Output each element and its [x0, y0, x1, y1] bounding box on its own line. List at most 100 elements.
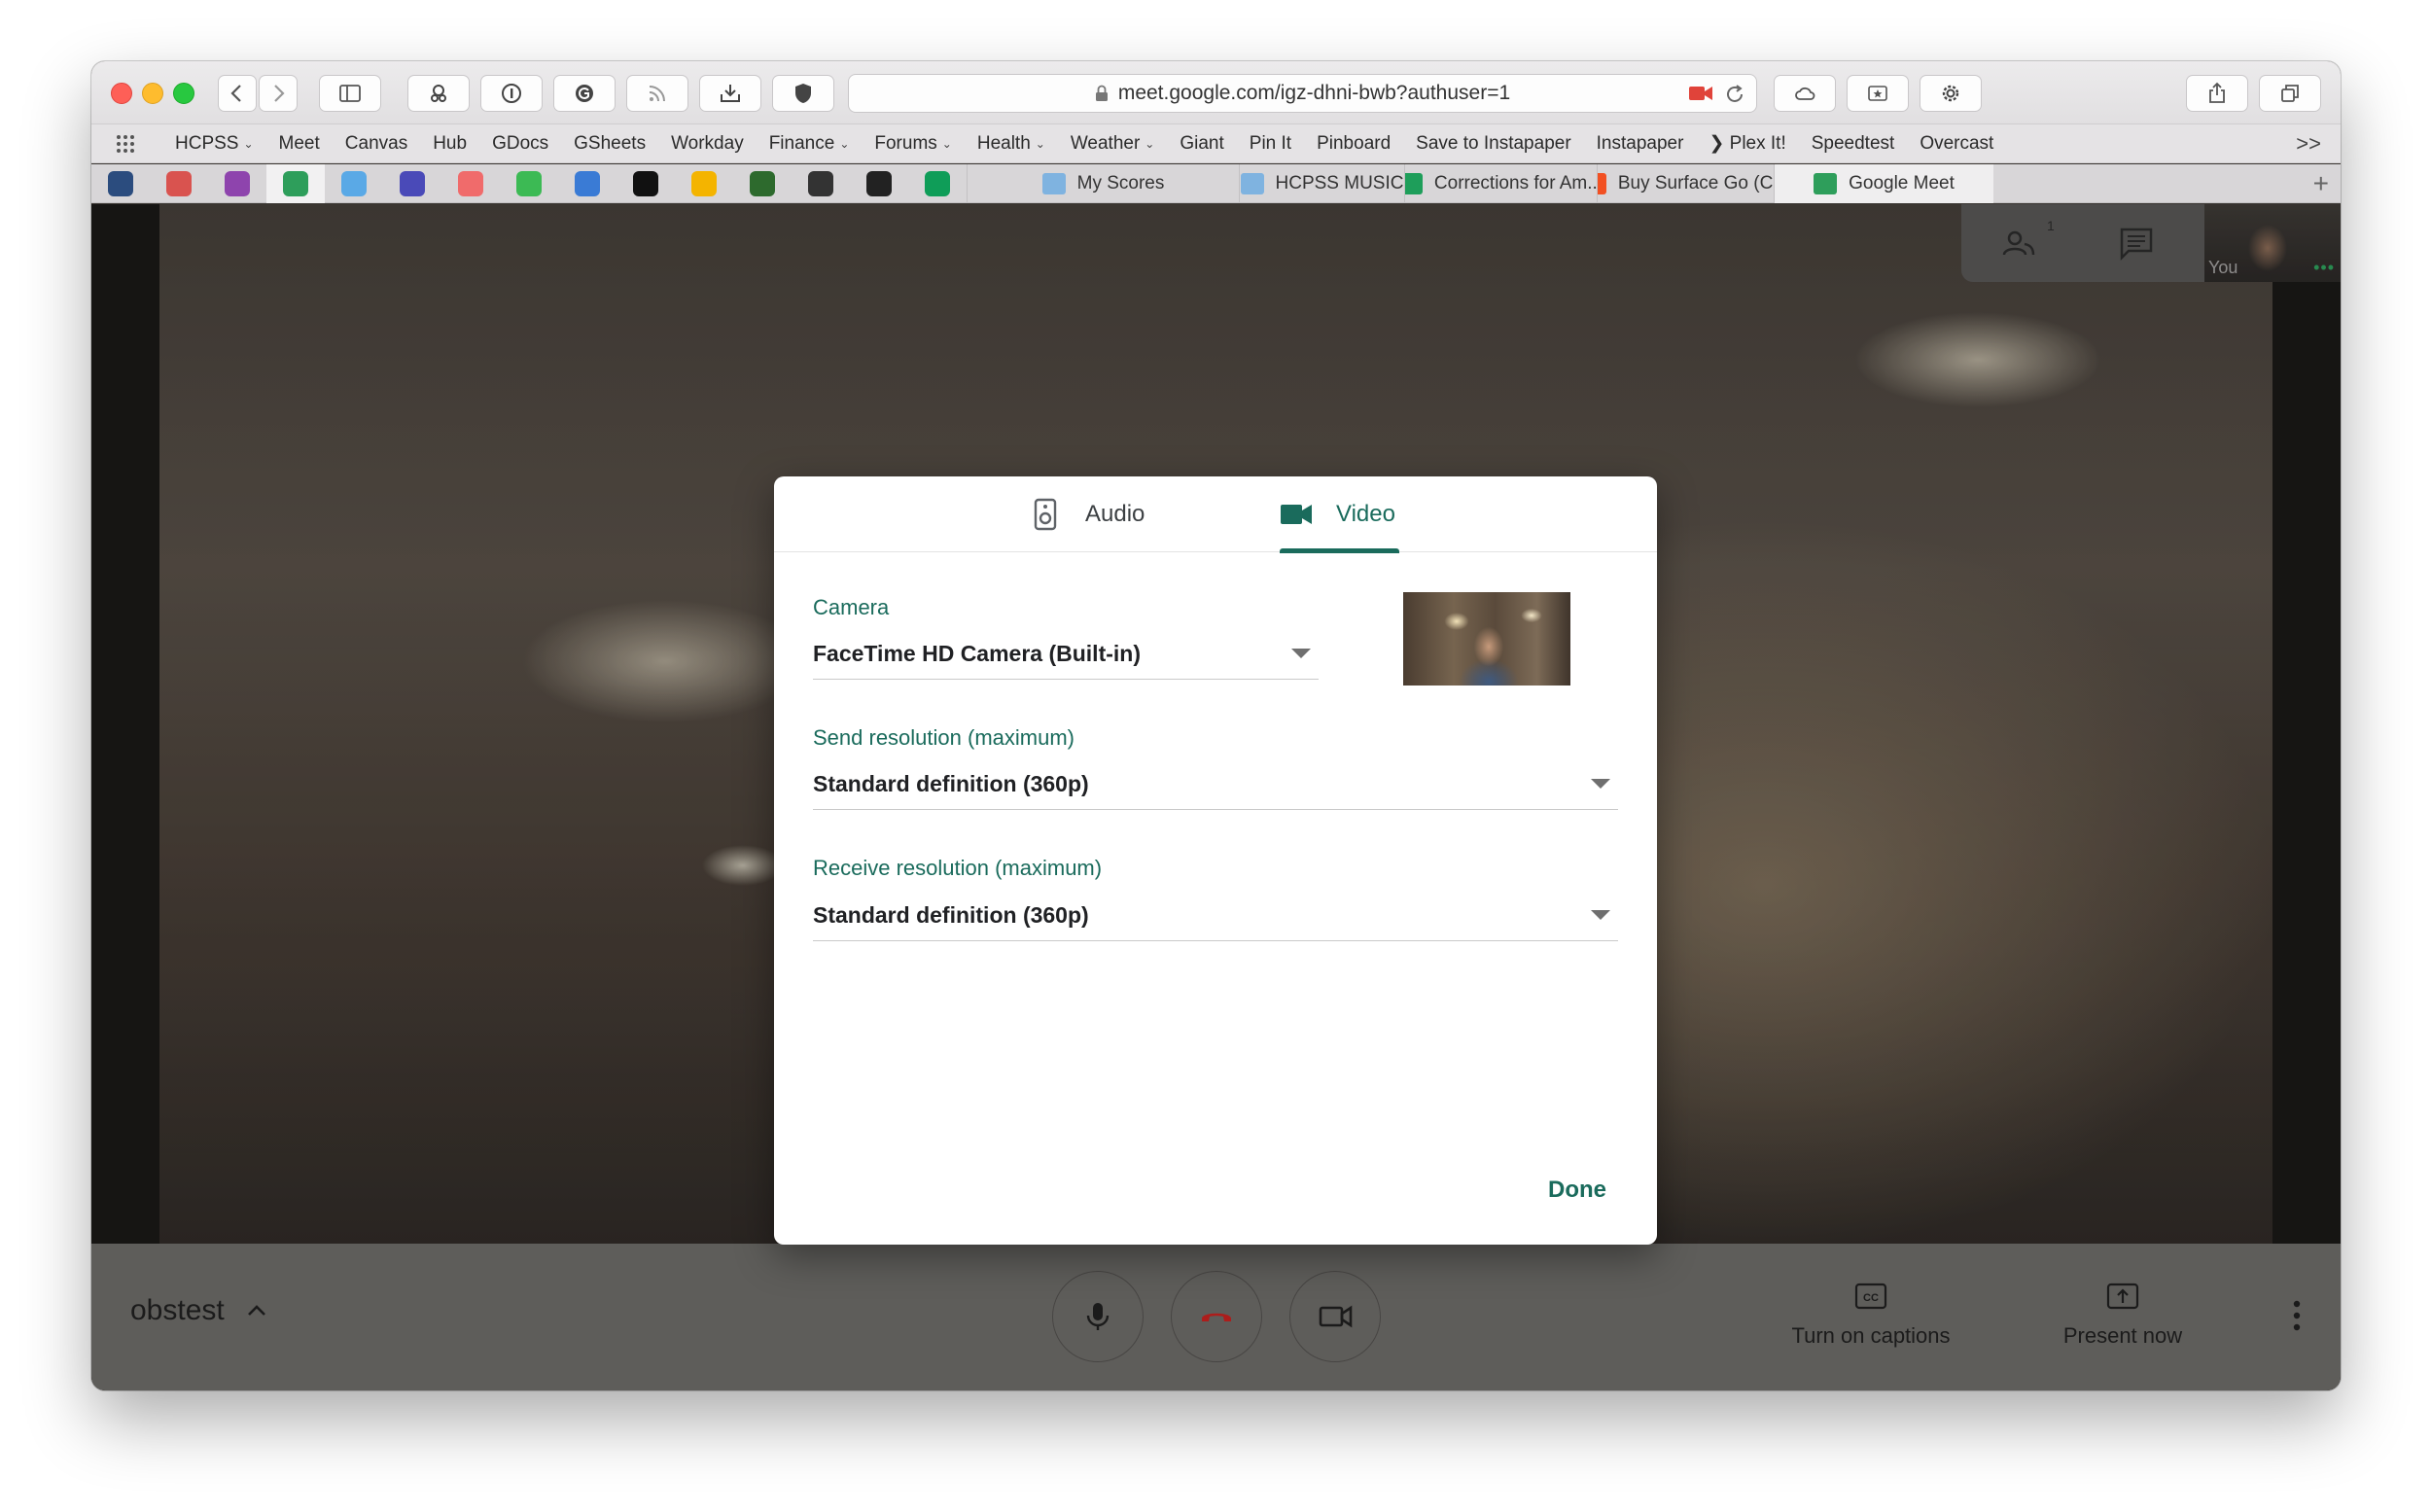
done-button[interactable]: Done	[1548, 1177, 1606, 1204]
bookmark-item[interactable]: Pin It	[1250, 133, 1291, 155]
settings-extension-button[interactable]	[1920, 75, 1982, 112]
browser-tab[interactable]: Buy Surface Go (C...	[1597, 163, 1774, 203]
send-resolution-select[interactable]: Standard definition (360p)	[813, 759, 1618, 810]
tab-overview-button[interactable]	[2259, 75, 2321, 112]
bookmark-label: Forums	[874, 132, 937, 154]
bookmark-item[interactable]: Save to Instapaper	[1416, 133, 1571, 155]
new-tab-button[interactable]: +	[2313, 168, 2329, 199]
camera-in-use-icon[interactable]	[1688, 84, 1713, 103]
pinned-tab[interactable]	[441, 164, 500, 203]
bookmark-item[interactable]: Hub	[433, 133, 467, 155]
bookmark-item[interactable]: HCPSS ⌄	[175, 133, 254, 155]
shield-extension-button[interactable]	[772, 75, 834, 112]
pinned-tab[interactable]	[383, 164, 441, 203]
pinned-tab[interactable]	[675, 164, 733, 203]
browser-tab[interactable]: Google Meet	[1774, 163, 1993, 203]
meet-icon	[1814, 172, 1838, 194]
pinned-tab[interactable]	[908, 164, 967, 203]
tab-title: My Scores	[1076, 172, 1165, 193]
pinned-tab[interactable]	[850, 164, 908, 203]
bookmark-item[interactable]: GDocs	[492, 133, 548, 155]
speaker-icon	[1034, 498, 1057, 531]
settings-tabs: Audio Video	[774, 476, 1657, 553]
forward-button[interactable]	[259, 75, 298, 112]
bookmark-item[interactable]: Canvas	[345, 133, 407, 155]
sidebar-button[interactable]	[319, 75, 381, 112]
sheets-icon	[1405, 172, 1423, 194]
icloud-tabs-button[interactable]	[1774, 75, 1836, 112]
bookmark-item[interactable]: Giant	[1180, 133, 1223, 155]
minimize-window-button[interactable]	[142, 83, 163, 104]
grammarly-button[interactable]	[553, 75, 616, 112]
receive-resolution-select[interactable]: Standard definition (360p)	[813, 891, 1618, 941]
zoom-window-button[interactable]	[173, 83, 194, 104]
pinned-tab[interactable]	[91, 164, 150, 203]
pinned-tab[interactable]	[266, 163, 325, 203]
bookmark-label: Save to Instapaper	[1416, 132, 1571, 154]
share-button[interactable]	[2186, 75, 2248, 112]
apps-grid-icon[interactable]	[115, 133, 136, 155]
send-resolution-label: Send resolution (maximum)	[813, 725, 1075, 750]
camera-select[interactable]: FaceTime HD Camera (Built-in)	[813, 629, 1319, 680]
tab-video[interactable]: Video	[1280, 476, 1395, 552]
bookmark-item[interactable]: Health ⌄	[977, 133, 1045, 155]
rss-button[interactable]	[626, 75, 688, 112]
pinned-tab[interactable]	[500, 164, 558, 203]
meet-content: 1 You ••• obstest CC Turn on captions Pr…	[91, 204, 2341, 1390]
url-text: meet.google.com/igz-dhni-bwb?authuser=1	[1117, 82, 1511, 104]
shield-icon	[795, 84, 811, 103]
pinned-tab[interactable]	[617, 164, 675, 203]
bookmark-label: Finance	[768, 132, 835, 154]
tab-title: Corrections for Am...	[1433, 172, 1597, 193]
1password-button[interactable]	[480, 75, 543, 112]
bookmark-label: ❯ Plex It!	[1709, 133, 1786, 154]
pinned-tab[interactable]	[558, 164, 617, 203]
chevron-left-icon	[230, 85, 241, 102]
bookmark-item[interactable]: GSheets	[574, 133, 646, 155]
tab-audio[interactable]: Audio	[1029, 476, 1145, 552]
tab-title: Buy Surface Go (C...	[1617, 172, 1774, 193]
back-button[interactable]	[218, 75, 257, 112]
browser-tab[interactable]: My Scores	[967, 163, 1239, 203]
site-favicon-icon	[633, 170, 658, 196]
browser-tab[interactable]: HCPSS MUSIC	[1239, 163, 1404, 203]
chevron-down-icon: ⌄	[839, 136, 850, 151]
bookmark-label: Workday	[671, 132, 744, 154]
site-favicon-icon	[400, 170, 425, 196]
privacy-extension-button[interactable]	[407, 75, 470, 112]
bookmark-item[interactable]: Forums ⌄	[874, 133, 951, 155]
reload-icon[interactable]	[1723, 83, 1746, 106]
title-bar: meet.google.com/igz-dhni-bwb?authuser=1	[91, 61, 2341, 124]
address-bar[interactable]: meet.google.com/igz-dhni-bwb?authuser=1	[848, 74, 1757, 113]
send-resolution-value: Standard definition (360p)	[813, 771, 1089, 796]
bookmark-item[interactable]: Overcast	[1920, 133, 1993, 155]
microsoft-icon	[1598, 172, 1606, 194]
tab-title: HCPSS MUSIC	[1275, 172, 1404, 193]
bookmark-item[interactable]: Instapaper	[1597, 133, 1684, 155]
bookmark-item[interactable]: Speedtest	[1812, 133, 1895, 155]
bookmark-label: Overcast	[1920, 132, 1994, 154]
pinned-tab[interactable]	[325, 164, 383, 203]
bookmark-item[interactable]: Weather ⌄	[1071, 133, 1155, 155]
sidebar-icon	[339, 85, 361, 102]
pinned-tab[interactable]	[792, 164, 850, 203]
pinned-tab[interactable]	[208, 164, 266, 203]
pinned-tab[interactable]	[150, 164, 208, 203]
more-bookmarks-button[interactable]: >>	[2296, 131, 2321, 157]
bookmark-item[interactable]: Finance ⌄	[769, 133, 850, 155]
close-window-button[interactable]	[111, 83, 132, 104]
bookmark-item[interactable]: Meet	[279, 133, 320, 155]
browser-tab[interactable]: Corrections for Am...	[1404, 163, 1597, 203]
bookmark-item[interactable]: ❯ Plex It!	[1709, 132, 1785, 155]
site-favicon-icon	[866, 170, 892, 196]
site-favicon-icon	[808, 170, 833, 196]
bookmark-item[interactable]: Workday	[671, 133, 744, 155]
bookmark-item[interactable]: Pinboard	[1317, 133, 1391, 155]
site-favicon-icon	[166, 170, 192, 196]
bookmark-star-button[interactable]	[1847, 75, 1909, 112]
share-icon	[2209, 82, 2225, 103]
chevron-down-icon: ⌄	[1035, 136, 1045, 151]
save-to-pocket-button[interactable]	[699, 75, 761, 112]
pinned-tab[interactable]	[733, 164, 792, 203]
lock-icon	[1095, 85, 1108, 101]
